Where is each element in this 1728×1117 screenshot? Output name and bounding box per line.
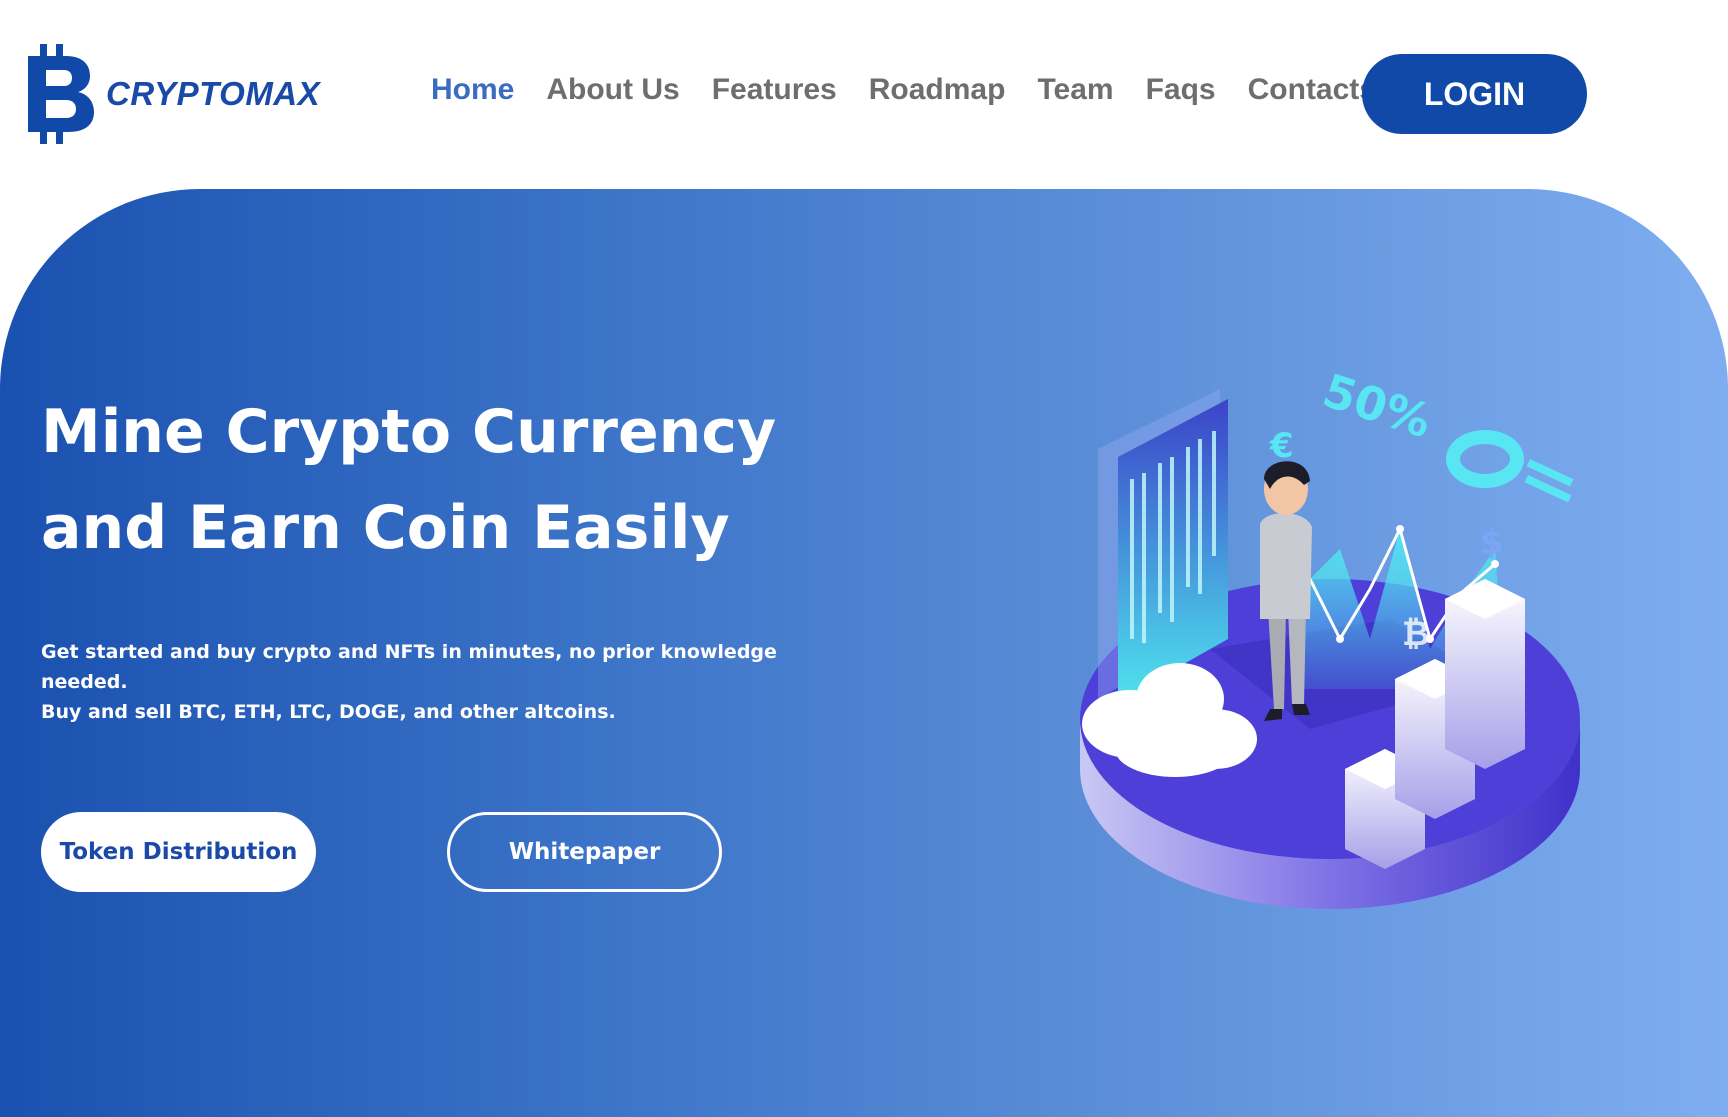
hero-section: Mine Crypto Currency and Earn Coin Easil…: [0, 189, 1728, 1117]
hero-subtitle-line-2: Buy and sell BTC, ETH, LTC, DOGE, and ot…: [41, 701, 616, 723]
euro-icon: €: [1269, 426, 1294, 466]
dollar-icon: $: [1480, 523, 1504, 563]
hero-title-line-1: Mine Crypto Currency: [41, 397, 777, 467]
nav-roadmap[interactable]: Roadmap: [869, 73, 1006, 107]
hero-title: Mine Crypto Currency and Earn Coin Easil…: [41, 384, 861, 576]
nav-about-us[interactable]: About Us: [546, 73, 679, 107]
main-nav: Home About Us Features Roadmap Team Faqs…: [431, 73, 1376, 107]
bitcoin-logo-icon: [28, 44, 94, 144]
percent-label: 50%: [1317, 363, 1438, 448]
nav-features[interactable]: Features: [712, 73, 837, 107]
landing-page: CRYPTOMAX Home About Us Features Roadmap…: [0, 0, 1728, 1117]
brand-name: CRYPTOMAX: [106, 75, 321, 112]
hero-subtitle: Get started and buy crypto and NFTs in m…: [41, 637, 861, 727]
crypto-mining-illustration: 50% € $ ₿: [1080, 363, 1580, 909]
nav-contacts[interactable]: Contacts: [1248, 73, 1376, 107]
token-distribution-button[interactable]: Token Distribution: [41, 812, 316, 892]
hero-subtitle-line-1: Get started and buy crypto and NFTs in m…: [41, 641, 777, 693]
brand-logo[interactable]: CRYPTOMAX: [26, 44, 320, 144]
nav-faqs[interactable]: Faqs: [1146, 73, 1216, 107]
hero-title-line-2: and Earn Coin Easily: [41, 493, 730, 563]
nav-team[interactable]: Team: [1037, 73, 1113, 107]
bitcoin-icon: ₿: [1402, 614, 1430, 654]
login-button[interactable]: LOGIN: [1362, 54, 1587, 134]
donut-chart-icon: [1446, 430, 1574, 503]
nav-home[interactable]: Home: [431, 73, 514, 107]
whitepaper-button[interactable]: Whitepaper: [447, 812, 722, 892]
